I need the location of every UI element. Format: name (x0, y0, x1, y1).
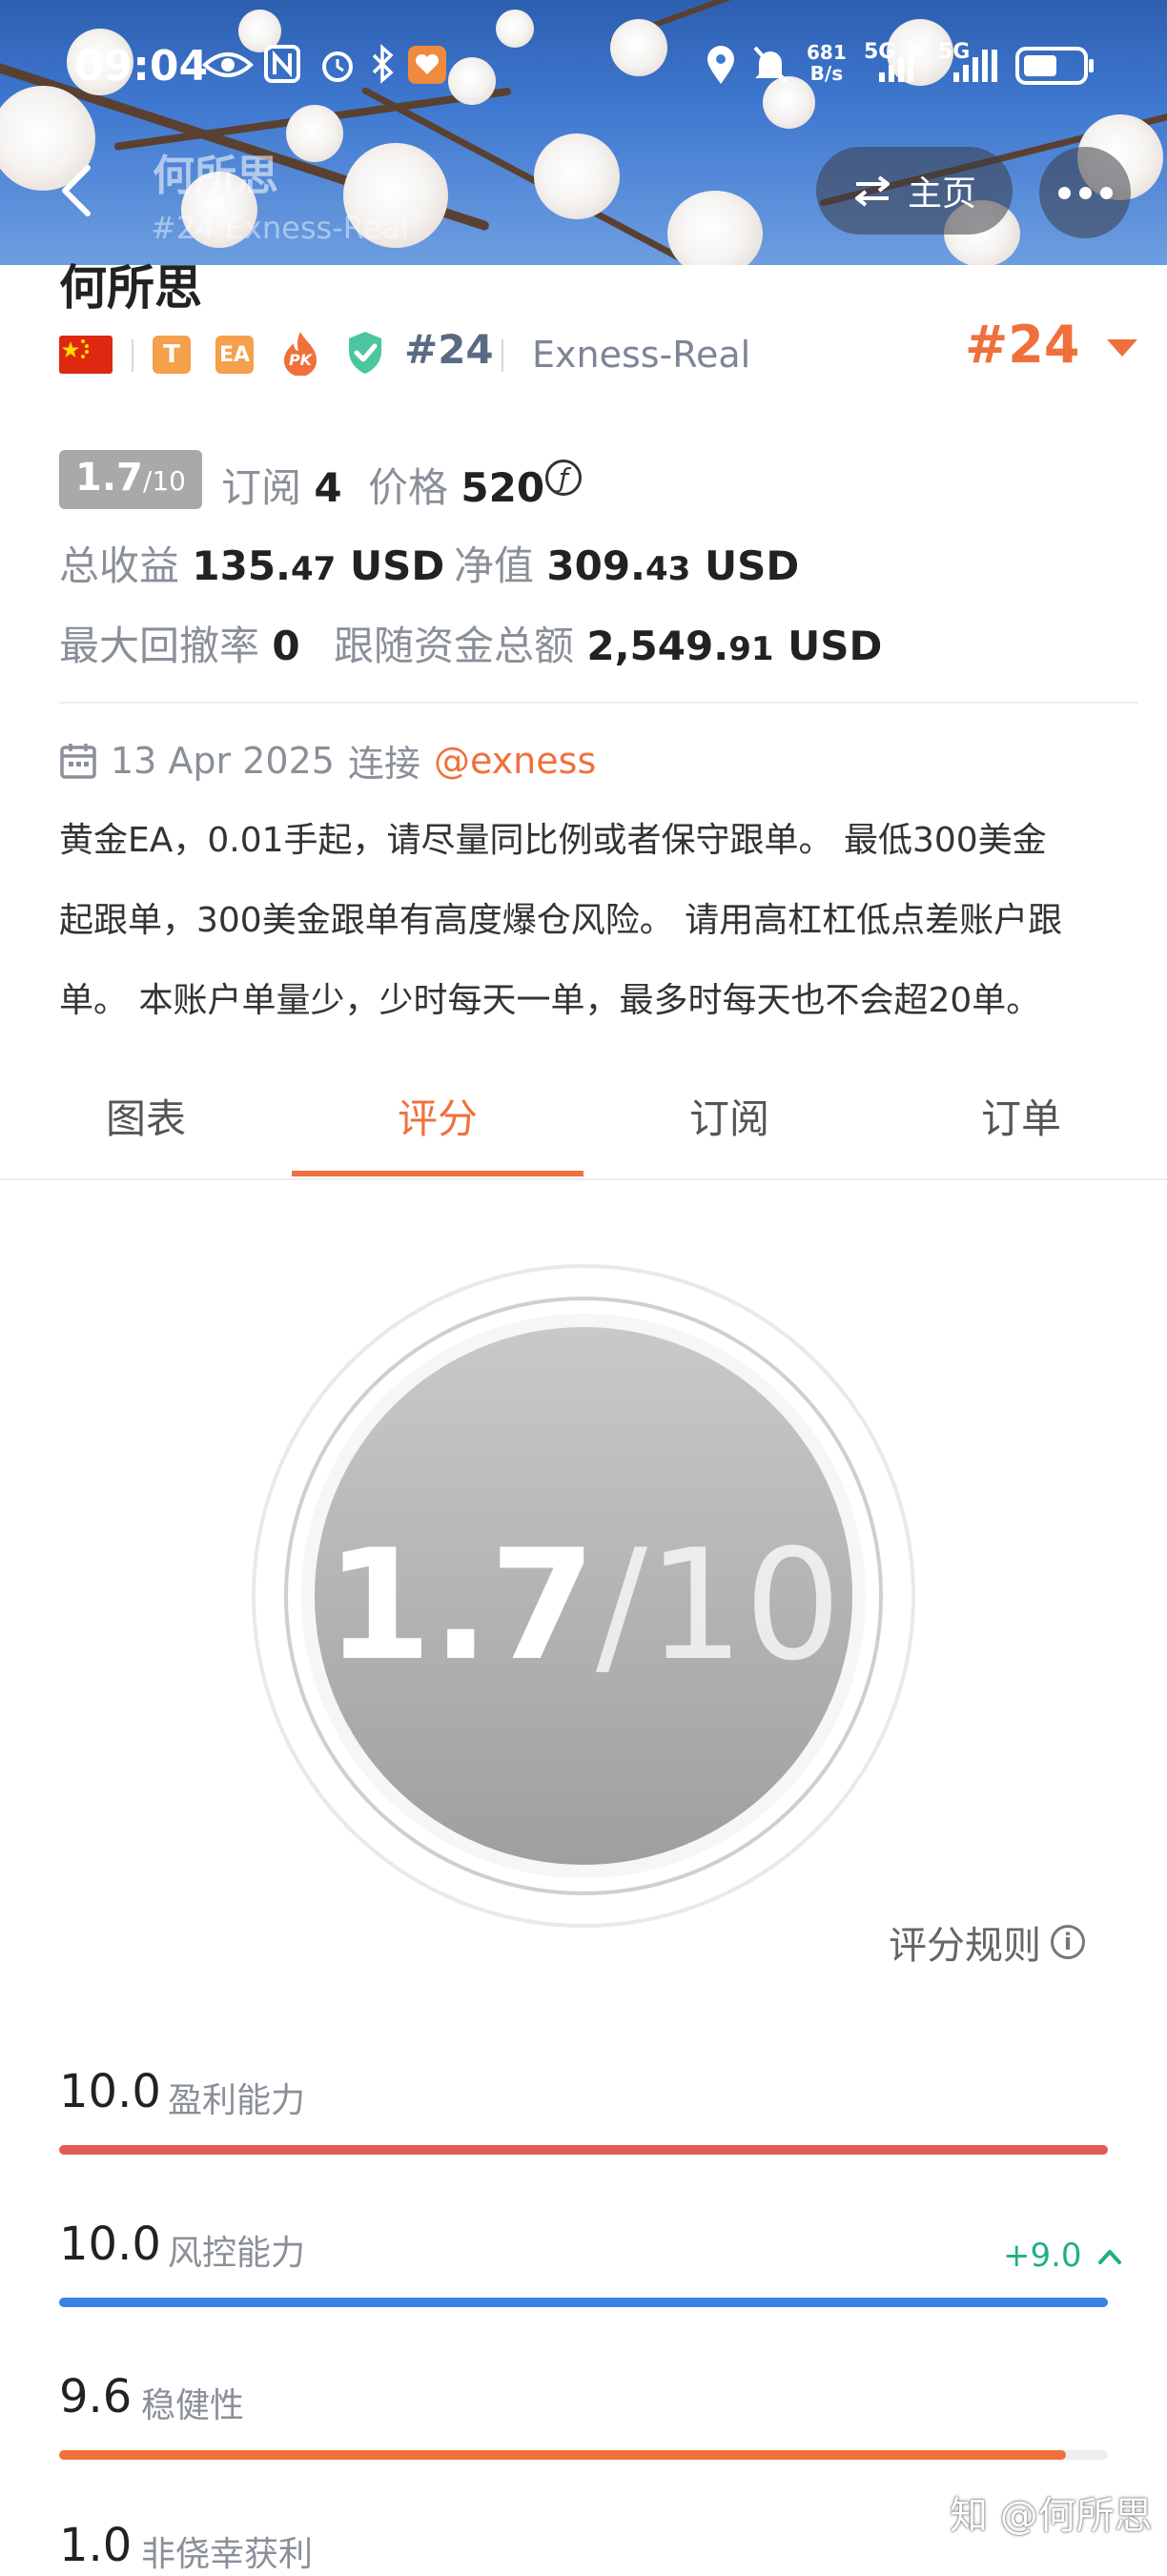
signal-bars-icon (879, 50, 913, 82)
verified-shield-icon (345, 330, 385, 379)
home-button[interactable]: 主页 (816, 147, 1013, 235)
metric-delta: +9.0 (1003, 2237, 1122, 2275)
pk-flame-icon: PK (280, 330, 320, 377)
connection-label: 连接 (347, 743, 420, 785)
server-name: Exness-Real (532, 334, 751, 376)
chevron-left-icon (62, 165, 91, 216)
description-line: 起跟单，300美金跟单有高度爆仓风险。 请用高杠杠低点差账户跟 (59, 901, 1063, 940)
signal-bars-2-icon (953, 50, 997, 82)
metric-label: 盈利能力 (168, 2081, 306, 2120)
subscriptions-stat: 订阅 4 (221, 464, 342, 511)
caret-down-icon (1107, 339, 1138, 358)
divider (132, 339, 133, 372)
trader-name: 何所思 (59, 260, 202, 316)
score-gauge-value: 1.7/10 (325, 1516, 842, 1694)
metric-bar (59, 2298, 1108, 2307)
metric-bar (59, 2450, 1108, 2460)
alarm-icon (322, 51, 353, 82)
price-stat: 价格 520 ƒ (368, 456, 582, 514)
follow-funds-stat: 跟随资金总额 2,549.91 USD (334, 623, 883, 669)
info-icon: i (1051, 1925, 1085, 1959)
china-flag-icon (59, 336, 113, 374)
currency-coin-icon: ƒ (545, 460, 582, 496)
badge-ea-icon: EA (215, 336, 254, 374)
header-background-photo: 09:04 681 B/s 5G 5G 何所思 #24 Exness-Real 主… (0, 0, 1167, 265)
more-dots-icon (1057, 186, 1071, 199)
badge-t-icon: T (153, 336, 191, 374)
description-line: 单。 本账户单量少，少时每天一单，最多时每天也不会超20单。 (59, 981, 1041, 1020)
bluetooth-icon (372, 44, 394, 84)
metric-value: 10.0 (59, 2065, 161, 2118)
tab-orders[interactable]: 订单 (875, 1087, 1167, 1145)
location-icon (707, 46, 734, 84)
equity-stat: 净值 309.43 USD (454, 542, 800, 589)
battery-icon (1015, 47, 1094, 85)
network-speed: 681 B/s (807, 41, 847, 85)
watermark: 知 @何所思 (950, 2494, 1153, 2538)
score-chip: 1.7 /10 (59, 450, 202, 509)
header-subtitle: #24 Exness-Real (151, 210, 409, 246)
more-options-button[interactable] (1039, 147, 1131, 238)
rating-rules-label: 评分规则 (889, 1924, 1041, 1968)
connection-info: 13 Apr 2025 连接 @exness (59, 734, 596, 787)
rank-dropdown[interactable]: #24 (965, 315, 1141, 375)
tab-rating[interactable]: 评分 (292, 1087, 584, 1145)
back-button[interactable] (50, 162, 107, 219)
broker-link[interactable]: @exness (434, 740, 596, 782)
metric-value: 1.0 (59, 2519, 133, 2572)
section-divider (59, 702, 1138, 704)
rating-rules-link[interactable]: 评分规则 i (889, 1914, 1085, 1970)
connection-date: 13 Apr 2025 (111, 739, 335, 782)
tab-subscriptions[interactable]: 订阅 (584, 1087, 875, 1145)
nfc-icon (264, 45, 300, 83)
chevron-up-icon (1098, 2250, 1122, 2264)
metric-bar-fill (59, 2145, 1108, 2155)
metric-value: 9.6 (59, 2370, 133, 2423)
calendar-icon (60, 743, 96, 779)
app-notification-icon (408, 46, 446, 84)
metric-bar-fill (59, 2450, 1066, 2460)
tabs-divider (0, 1178, 1167, 1180)
metric-bar-fill (59, 2298, 1108, 2307)
metric-value: 10.0 (59, 2218, 161, 2271)
mute-bell-icon (753, 46, 788, 84)
home-button-label: 主页 (907, 174, 976, 214)
rank-inline: #24 (404, 326, 494, 373)
tab-chart[interactable]: 图表 (0, 1087, 292, 1145)
header-title: 何所思 (153, 152, 278, 200)
active-tab-indicator (292, 1171, 584, 1176)
max-drawdown-stat: 最大回撤率 0 (59, 623, 300, 669)
total-profit-stat: 总收益 135.47 USD (59, 542, 445, 589)
status-time: 09:04 (74, 42, 209, 91)
metric-bar (59, 2145, 1108, 2155)
description-line: 黄金EA，0.01手起，请尽量同比例或者保守跟单。 最低300美金 (59, 821, 1047, 860)
divider (502, 339, 503, 372)
rank-dropdown-label: #24 (965, 315, 1080, 375)
eye-icon (202, 52, 254, 77)
metric-label: 稳健性 (141, 2386, 245, 2425)
metric-label: 风控能力 (168, 2234, 306, 2273)
swap-arrows-icon (854, 175, 890, 207)
metric-label: 非侥幸获利 (141, 2535, 314, 2574)
